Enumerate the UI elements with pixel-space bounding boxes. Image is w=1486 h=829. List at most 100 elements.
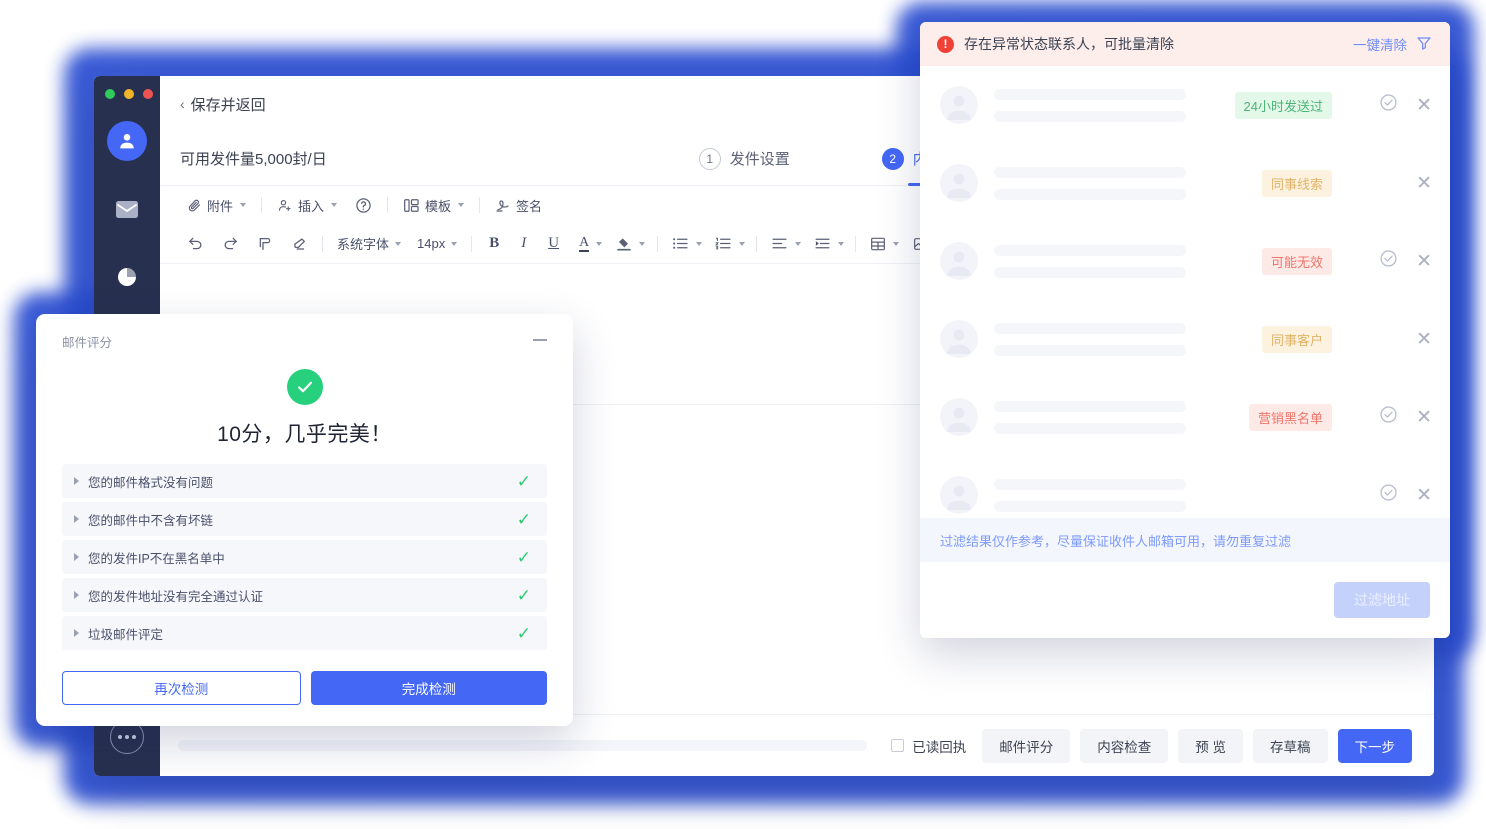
signature-button[interactable]: 签名	[486, 192, 551, 218]
toolbar-divider	[261, 197, 263, 213]
close-icon[interactable]: ✕	[1416, 174, 1432, 193]
font-size-select[interactable]: 14px	[409, 236, 465, 251]
highlight-button[interactable]	[608, 231, 651, 257]
window-traffic-lights	[105, 89, 153, 99]
score-item[interactable]: 您的邮件中不含有坏链 ✓	[62, 502, 547, 536]
avatar	[940, 320, 978, 358]
dialog-header: 邮件评分	[62, 332, 547, 351]
tab-sender-settings[interactable]: 1 发件设置	[698, 132, 790, 186]
close-icon[interactable]: ✕	[1416, 408, 1432, 427]
highlight-icon	[616, 236, 632, 252]
contact-placeholder	[994, 478, 1186, 512]
table-row[interactable]: 可能无效 ✕	[920, 222, 1450, 300]
traffic-light-red[interactable]	[143, 89, 153, 99]
close-icon[interactable]: ✕	[1416, 330, 1432, 349]
filter-address-button[interactable]: 过滤地址	[1334, 582, 1430, 618]
save-draft-button[interactable]: 存草稿	[1253, 728, 1328, 763]
toolbar-divider	[471, 235, 473, 252]
tag-cell: 营销黑名单	[1202, 403, 1332, 431]
score-item[interactable]: 您的发件IP不在黑名单中 ✓	[62, 540, 547, 574]
italic-button[interactable]: I	[510, 231, 537, 257]
recheck-button[interactable]: 再次检测	[62, 671, 301, 705]
underline-label: U	[548, 235, 560, 251]
indent-button[interactable]	[806, 231, 849, 257]
check-circle-icon[interactable]	[1379, 405, 1398, 429]
table-row[interactable]: 24小时发送过 ✕	[920, 66, 1450, 144]
mail-score-button[interactable]: 邮件评分	[982, 728, 1071, 763]
toolbar-divider	[387, 197, 389, 213]
table-row[interactable]: 营销黑名单 ✕	[920, 378, 1450, 456]
close-icon[interactable]: ✕	[1416, 486, 1432, 505]
text-color-button[interactable]: A	[570, 231, 608, 257]
sidebar-item-stats[interactable]	[107, 257, 147, 297]
insert-button[interactable]: 插入	[268, 192, 346, 218]
pass-check-icon: ✓	[516, 585, 531, 605]
warning-actions: 一键清除	[1353, 34, 1432, 54]
chevron-down-icon	[795, 241, 802, 246]
table-row[interactable]: ✕	[920, 456, 1450, 518]
table-icon	[870, 236, 886, 252]
read-receipt-checkbox[interactable]: 已读回执	[891, 736, 966, 756]
warning-bar: ! 存在异常状态联系人，可批量清除 一键清除	[920, 22, 1450, 66]
check-circle-icon[interactable]	[1379, 93, 1398, 117]
undo-button[interactable]	[178, 231, 213, 257]
next-step-button[interactable]: 下一步	[1337, 728, 1412, 763]
chevron-down-icon	[893, 241, 900, 246]
table-button[interactable]	[862, 231, 904, 257]
finish-check-button[interactable]: 完成检测	[310, 671, 547, 705]
close-icon[interactable]: ✕	[1416, 252, 1432, 271]
font-family-select[interactable]: 系统字体	[329, 234, 409, 253]
traffic-light-green[interactable]	[105, 89, 115, 99]
font-family-value: 系统字体	[337, 237, 390, 252]
chevron-down-icon	[838, 241, 845, 246]
format-paint-icon	[257, 236, 273, 252]
filter-tip-text: 过滤结果仅作参考，尽量保证收件人邮箱可用，请勿重复过滤	[940, 533, 1292, 549]
table-row[interactable]: 同事客户 ✕	[920, 300, 1450, 378]
sidebar-item-contacts[interactable]	[107, 121, 147, 161]
more-dot	[118, 735, 122, 739]
redo-button[interactable]	[213, 231, 248, 257]
chevron-down-icon	[696, 241, 703, 246]
score-item[interactable]: 您的发件地址没有完全通过认证 ✓	[62, 578, 547, 612]
chevron-down-icon	[240, 203, 247, 207]
score-item-label: 您的发件IP不在黑名单中	[88, 551, 225, 566]
contact-placeholder	[994, 244, 1186, 278]
status-badge: 营销黑名单	[1248, 403, 1332, 431]
quota-label: 可用发件量5,000封/日	[180, 151, 327, 168]
close-icon[interactable]: ✕	[1416, 96, 1432, 115]
warning-message: ! 存在异常状态联系人，可批量清除	[937, 34, 1174, 54]
clear-format-icon	[291, 236, 307, 252]
expand-triangle-icon	[74, 477, 79, 485]
attachment-button[interactable]: 附件	[178, 192, 255, 218]
bullet-list-button[interactable]	[664, 231, 707, 257]
back-link[interactable]: ‹ 保存并返回	[180, 94, 266, 115]
align-left-icon	[771, 236, 788, 251]
tag-cell: 24小时发送过	[1202, 91, 1332, 119]
preview-button[interactable]: 预 览	[1178, 728, 1243, 763]
panel-footer: 过滤地址	[920, 562, 1450, 638]
content-check-button[interactable]: 内容检查	[1080, 728, 1169, 763]
minimize-icon[interactable]	[533, 339, 547, 341]
font-size-value: 14px	[417, 236, 446, 251]
help-button[interactable]	[346, 192, 381, 218]
help-icon	[355, 197, 372, 214]
traffic-light-yellow[interactable]	[124, 89, 134, 99]
check-circle-icon[interactable]	[1379, 249, 1398, 273]
table-row[interactable]: 同事线索 ✕	[920, 144, 1450, 222]
chevron-down-icon	[639, 241, 646, 246]
bold-button[interactable]: B	[478, 231, 510, 257]
numbered-list-button[interactable]	[707, 231, 750, 257]
align-button[interactable]	[763, 231, 806, 257]
filter-icon[interactable]	[1416, 35, 1432, 54]
format-paint-button[interactable]	[248, 231, 282, 257]
sidebar-item-mail[interactable]	[107, 189, 147, 229]
tag-cell: 同事客户	[1202, 325, 1332, 353]
score-item[interactable]: 垃圾邮件评定 ✓	[62, 616, 547, 650]
template-button[interactable]: 模板	[394, 192, 473, 218]
contact-list: 24小时发送过 ✕ 同事线索 ✕ 可能无效 ✕ 同事客户 ✕ 营销黑名单 ✕ ✕	[920, 66, 1450, 518]
clear-all-link[interactable]: 一键清除	[1353, 34, 1407, 54]
score-item[interactable]: 您的邮件格式没有问题 ✓	[62, 464, 547, 498]
clear-format-button[interactable]	[282, 231, 316, 257]
underline-button[interactable]: U	[537, 231, 570, 257]
check-circle-icon[interactable]	[1379, 483, 1398, 507]
